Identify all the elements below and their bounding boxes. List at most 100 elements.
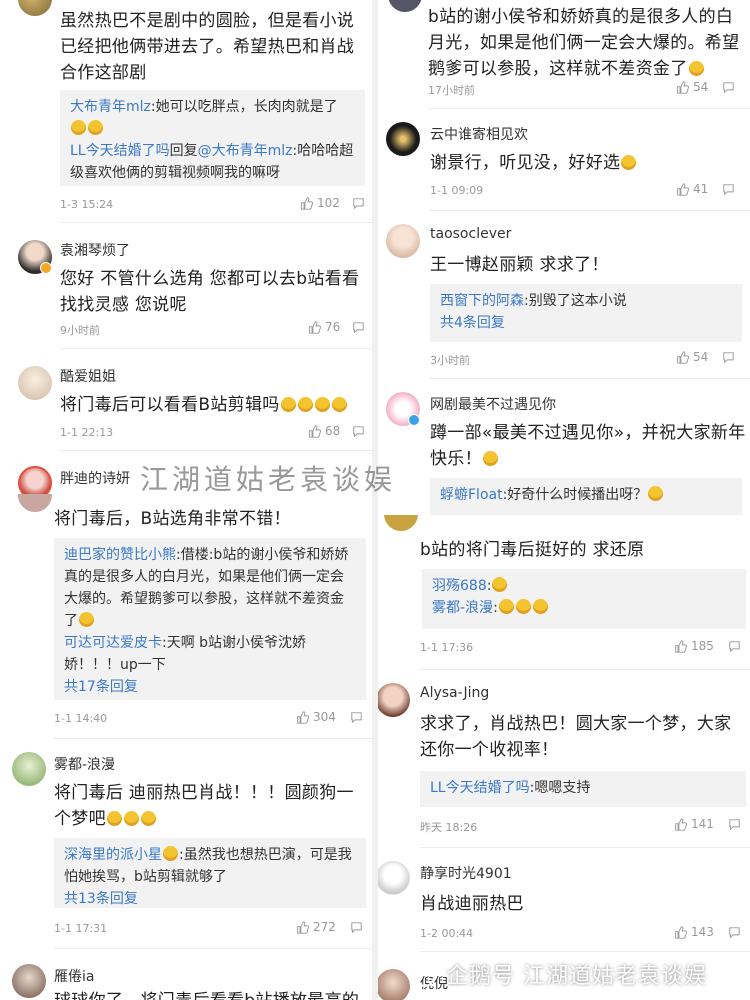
avatar[interactable]	[378, 969, 410, 1000]
reply-target[interactable]: @大布青年mlz	[198, 143, 293, 159]
grin-emoji	[648, 486, 664, 501]
reply-text: :嗯嗯支持	[529, 780, 591, 796]
crying-emoji	[106, 811, 122, 826]
clap-emoji	[515, 599, 531, 614]
reply-text: :好奇什么时候播出呀？	[502, 487, 648, 503]
avatar[interactable]	[378, 683, 410, 717]
avatar[interactable]	[386, 122, 420, 156]
comment-time: 1-1 22:13	[60, 426, 114, 439]
comment-icon[interactable]	[350, 712, 363, 723]
comment-icon[interactable]	[728, 927, 741, 938]
grin-emoji	[88, 120, 103, 135]
like-button[interactable]: 304	[296, 710, 336, 724]
reply-username[interactable]: 蜉蝣Float	[440, 487, 503, 503]
comment-time: 1-1 09:09	[430, 184, 484, 197]
username[interactable]: taosoclever	[430, 226, 511, 242]
thumbs-up-icon	[297, 920, 309, 934]
avatar[interactable]	[384, 515, 418, 531]
username[interactable]: 静享时光4901	[420, 863, 512, 883]
like-button[interactable]: 143	[674, 925, 714, 939]
avatar[interactable]	[388, 0, 422, 12]
reply-username[interactable]: 羽殇688	[432, 578, 487, 594]
reply-username[interactable]: 西窗下的阿森	[440, 293, 524, 309]
like-button[interactable]: 272	[296, 920, 336, 934]
reply-box: 羽殇688: 雾都-浪漫:	[422, 569, 746, 629]
reply-username[interactable]: 可达可达爱皮卡	[64, 635, 162, 651]
comment-icon[interactable]	[722, 352, 735, 363]
avatar[interactable]	[378, 861, 410, 895]
comment-text: 肖战迪丽热巴	[420, 894, 524, 914]
reply-username[interactable]: 深海里的派小星	[64, 847, 162, 863]
comment-text: 求求了，肖战热巴！圆大家一个梦，大家还你一个收视率！	[420, 714, 732, 760]
reply-box: 深海里的派小星:虽然我也想热巴演，可是我怕她挨骂，b站剪辑就够了 共13条回复	[54, 838, 366, 908]
penguin-logo-icon	[415, 963, 435, 987]
like-button[interactable]: 76	[308, 320, 340, 334]
username[interactable]: 云中谁寄相见欢	[430, 124, 528, 144]
like-count: 143	[691, 925, 714, 939]
username[interactable]: 雁倦ia	[54, 966, 94, 986]
like-button[interactable]: 185	[674, 639, 714, 653]
username[interactable]: 酷爱姐姐	[60, 366, 116, 386]
like-count: 141	[691, 817, 714, 831]
reply-username[interactable]: LL今天结婚了吗	[70, 143, 170, 159]
comment-icon[interactable]	[352, 322, 365, 333]
comment-time: 3小时前	[430, 354, 470, 367]
thumbs-up-icon	[309, 320, 321, 334]
avatar[interactable]	[12, 752, 46, 786]
comment-time: 1-1 14:40	[54, 712, 108, 725]
grin-emoji	[71, 120, 86, 135]
like-count: 304	[313, 710, 336, 724]
view-more-replies-link[interactable]: 共13条回复	[64, 888, 356, 910]
comment-icon[interactable]	[728, 819, 741, 830]
like-count: 68	[325, 424, 341, 438]
like-button[interactable]: 102	[300, 196, 340, 210]
avatar[interactable]	[18, 494, 52, 512]
username[interactable]: 胖迪的诗妍	[60, 468, 130, 488]
avatar[interactable]	[18, 0, 52, 16]
crying-emoji	[280, 397, 296, 412]
like-button[interactable]: 141	[674, 817, 714, 831]
comment-text: 谢景行，听见没，好好选	[430, 150, 746, 176]
clap-emoji	[492, 577, 508, 592]
view-more-replies-link[interactable]: 共4条回复	[440, 312, 732, 334]
username[interactable]: 袁湘琴烦了	[60, 240, 130, 260]
like-button[interactable]: 54	[676, 350, 708, 364]
comment-icon[interactable]	[352, 198, 365, 209]
reply-label: 回复	[169, 143, 198, 159]
divider	[54, 948, 372, 949]
reply-text: :	[493, 600, 498, 616]
comment-text: 虽然热巴不是剧中的圆脸，但是看小说已经把他俩带进去了。希望热巴和肖战合作这部剧	[60, 11, 355, 83]
username[interactable]: 网剧最美不过遇见你	[430, 394, 556, 414]
left-comment-panel-lower: 将门毒后，B站选角非常不错！ 迪巴家的赞比小熊:借楼:b站的谢小侯爷和娇娇真的是…	[0, 494, 372, 1000]
reply-username[interactable]: 迪巴家的赞比小熊	[64, 547, 176, 563]
divider	[420, 669, 750, 670]
comment-text: 将门毒后，B站选角非常不错！	[54, 509, 291, 529]
like-button[interactable]: 54	[676, 80, 708, 94]
crying-emoji	[331, 397, 347, 412]
comment-text: 蹲一部«最美不过遇见你»，并祝大家新年快乐！	[430, 420, 746, 472]
reply-username[interactable]: 雾都-浪漫	[432, 600, 493, 616]
reply-username[interactable]: LL今天结婚了吗	[430, 780, 530, 796]
comment-time: 1-1 17:36	[420, 641, 474, 654]
username[interactable]: Alysa-Jing	[420, 685, 489, 701]
like-button[interactable]: 41	[676, 182, 708, 196]
comment-icon[interactable]	[352, 426, 365, 437]
comment-icon[interactable]	[350, 922, 363, 933]
comment-text: 您好 不管什么选角 您都可以去b站看看 找找灵感 您说呢	[60, 269, 360, 315]
avatar[interactable]	[18, 366, 52, 400]
reply-username[interactable]: 大布青年mlz	[70, 99, 151, 115]
verified-badge-icon	[40, 262, 52, 274]
comment-icon[interactable]	[722, 184, 735, 195]
avatar[interactable]	[386, 224, 420, 258]
like-button[interactable]: 68	[308, 424, 340, 438]
avatar[interactable]	[12, 964, 46, 998]
like-count: 272	[313, 920, 336, 934]
comment-time: 17小时前	[428, 84, 475, 97]
like-count: 76	[325, 320, 341, 334]
view-more-replies-link[interactable]: 共17条回复	[64, 676, 356, 698]
crying-emoji	[140, 811, 156, 826]
comment-time: 9小时前	[60, 324, 100, 337]
comment-icon[interactable]	[722, 82, 735, 93]
comment-icon[interactable]	[728, 641, 741, 652]
username[interactable]: 雾都-浪漫	[54, 754, 115, 774]
